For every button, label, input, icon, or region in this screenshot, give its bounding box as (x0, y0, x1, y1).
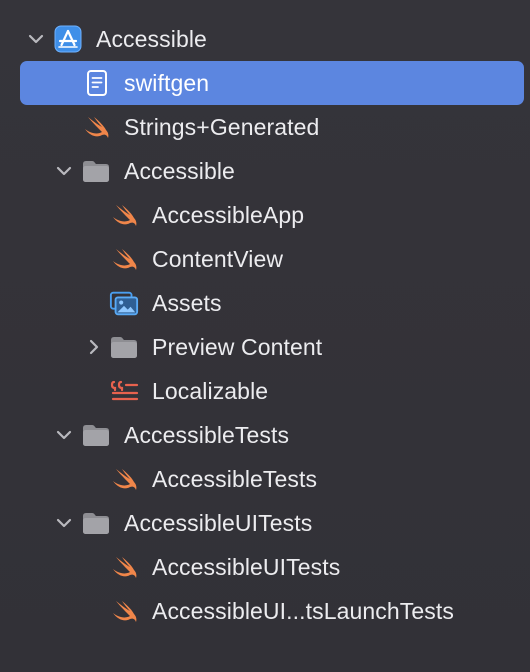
navigator-item-label: AccessibleTests (124, 422, 290, 448)
chevron-down-icon[interactable] (54, 161, 74, 181)
navigator-row-contentview[interactable]: ContentView (0, 237, 530, 281)
navigator-item-label: Accessible (96, 26, 207, 52)
swift-icon (110, 201, 140, 229)
navigator-row-folder-accessibleuitests[interactable]: AccessibleUITests (0, 501, 530, 545)
navigator-item-label: ContentView (152, 246, 284, 272)
navigator-row-accessibleuitestslaunchtests[interactable]: AccessibleUI...tsLaunchTests (0, 589, 530, 633)
navigator-row-accessibleapp[interactable]: AccessibleApp (0, 193, 530, 237)
navigator-row-localizable[interactable]: Localizable (0, 369, 530, 413)
chevron-right-icon[interactable] (84, 337, 104, 357)
document-icon (82, 69, 112, 97)
navigator-item-label: swiftgen (124, 70, 210, 96)
navigator-item-label: Assets (152, 290, 222, 316)
swift-icon (110, 553, 140, 581)
project-navigator: Accessible swiftgen Strings+Generated Ac… (0, 0, 530, 672)
navigator-row-folder-accessible[interactable]: Accessible (0, 149, 530, 193)
navigator-row-swiftgen[interactable]: swiftgen (0, 61, 530, 105)
navigator-item-label: Localizable (152, 378, 269, 404)
chevron-down-icon[interactable] (54, 425, 74, 445)
folder-icon (81, 421, 111, 449)
folder-icon (81, 157, 111, 185)
navigator-item-label: Strings+Generated (124, 114, 320, 140)
navigator-row-assets[interactable]: Assets (0, 281, 530, 325)
navigator-row-folder-accessibletests[interactable]: AccessibleTests (0, 413, 530, 457)
swift-icon (110, 597, 140, 625)
xcode-project-icon (53, 25, 83, 53)
swift-icon (82, 113, 112, 141)
folder-icon (109, 333, 139, 361)
navigator-row-accessibleuitests-file[interactable]: AccessibleUITests (0, 545, 530, 589)
navigator-item-label: AccessibleApp (152, 202, 305, 228)
navigator-row-accessibletests-file[interactable]: AccessibleTests (0, 457, 530, 501)
folder-icon (81, 509, 111, 537)
swift-icon (110, 245, 140, 273)
navigator-item-label: AccessibleUITests (152, 554, 341, 580)
navigator-item-label: Accessible (124, 158, 235, 184)
navigator-item-label: AccessibleUITests (124, 510, 313, 536)
navigator-row-preview-content[interactable]: Preview Content (0, 325, 530, 369)
navigator-item-label: Preview Content (152, 334, 323, 360)
navigator-item-label: AccessibleUI...tsLaunchTests (152, 598, 454, 624)
navigator-item-label: AccessibleTests (152, 466, 318, 492)
chevron-down-icon[interactable] (26, 29, 46, 49)
navigator-row-project-accessible[interactable]: Accessible (0, 17, 530, 61)
strings-file-icon (110, 377, 140, 405)
swift-icon (110, 465, 140, 493)
navigator-row-strings-generated[interactable]: Strings+Generated (0, 105, 530, 149)
asset-catalog-icon (109, 289, 139, 317)
chevron-down-icon[interactable] (54, 513, 74, 533)
